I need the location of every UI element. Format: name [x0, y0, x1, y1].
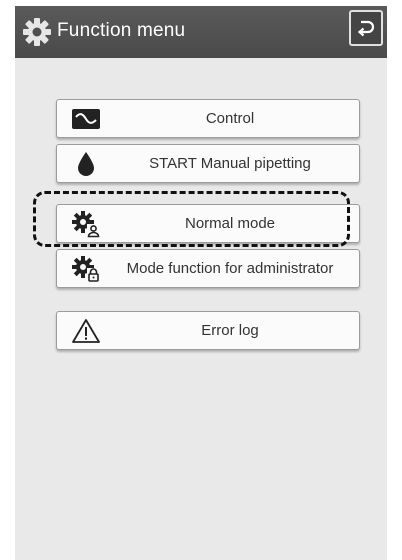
header-bar: Function menu	[15, 6, 387, 58]
gear-user-icon	[71, 210, 101, 238]
page-title: Function menu	[57, 20, 186, 41]
warning-icon	[71, 317, 101, 345]
droplet-icon	[71, 150, 101, 178]
control-label: Control	[205, 110, 255, 127]
error-log-button[interactable]: Error log	[56, 311, 360, 350]
gear-icon	[23, 18, 51, 46]
admin-mode-button[interactable]: Mode function for administrator	[56, 249, 360, 288]
normal-mode-label: Normal mode	[184, 215, 276, 232]
manual-pipetting-button[interactable]: START Manual pipetting	[56, 144, 360, 183]
gear-lock-icon	[71, 255, 101, 283]
normal-mode-button[interactable]: Normal mode	[56, 204, 360, 243]
return-arrow-icon	[357, 20, 375, 37]
manual-pipetting-label: START Manual pipetting	[149, 155, 311, 172]
control-button[interactable]: Control	[56, 99, 360, 138]
device-screen: Function menu Control START Manual pipet…	[15, 6, 387, 560]
admin-mode-label: Mode function for administrator	[126, 260, 334, 277]
back-button[interactable]	[349, 10, 383, 46]
error-log-label: Error log	[201, 322, 259, 339]
chart-icon	[71, 105, 101, 133]
